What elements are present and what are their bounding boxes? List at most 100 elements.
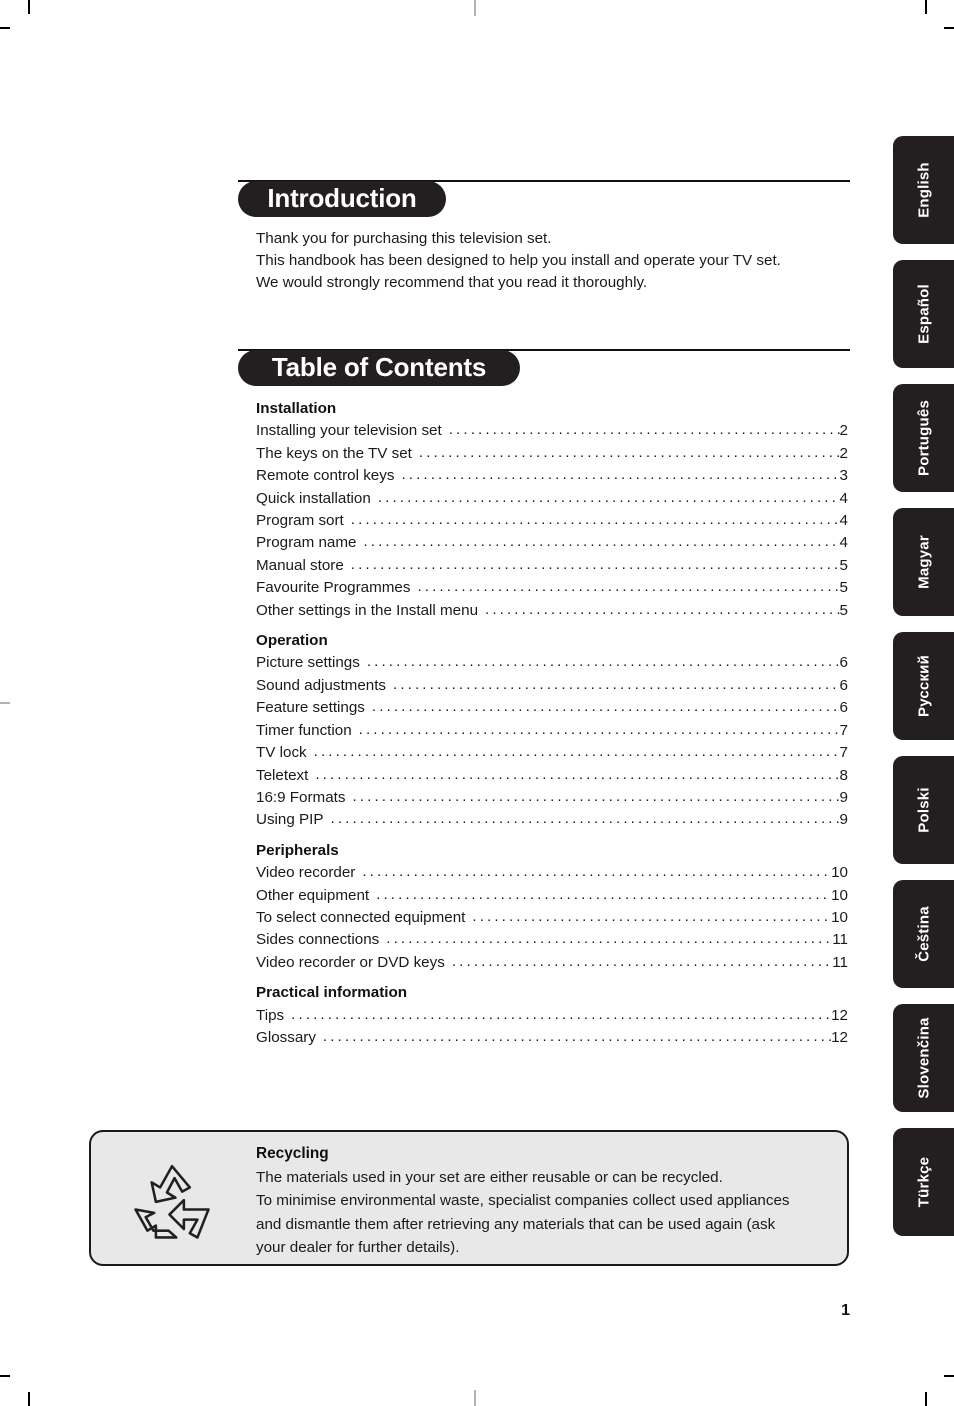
toc-entry-label: The keys on the TV set <box>256 444 412 462</box>
toc-entry-page: 2 <box>839 422 848 440</box>
toc-entry[interactable]: Sound adjustments.......................… <box>256 675 848 697</box>
toc-leader-dots: ........................................… <box>417 578 839 596</box>
recycling-line-1: The materials used in your set are eithe… <box>256 1168 723 1186</box>
toc-entry-label: Tips <box>256 1006 285 1024</box>
toc-leader-dots: ........................................… <box>451 952 833 970</box>
language-tab[interactable]: Čeština <box>893 880 954 988</box>
toc-leader-dots: ........................................… <box>386 930 833 948</box>
language-tab-label: English <box>915 162 932 218</box>
language-tab-label: Português <box>915 400 932 476</box>
toc-entry-label: Picture settings <box>256 654 360 672</box>
toc-entry[interactable]: Picture settings........................… <box>256 652 848 674</box>
toc-group-title: Peripherals <box>256 841 339 859</box>
toc-entry-page: 6 <box>839 699 848 717</box>
toc-entry[interactable]: Program name............................… <box>256 532 848 554</box>
toc-leader-dots: ........................................… <box>362 863 832 881</box>
toc-leader-dots: ........................................… <box>401 466 839 484</box>
language-tab[interactable]: Português <box>893 384 954 492</box>
toc-entry-page: 11 <box>832 953 848 971</box>
toc-entry-page: 4 <box>839 534 848 552</box>
language-tab-label: Čeština <box>915 906 932 962</box>
toc-entry-label: Feature settings <box>256 699 365 717</box>
toc-entry-page: 9 <box>839 811 848 829</box>
toc-entry-page: 10 <box>831 886 848 904</box>
recycling-text: Recycling The materials used in your set… <box>256 1142 834 1260</box>
toc-entry[interactable]: Using PIP...............................… <box>256 809 848 831</box>
language-tab[interactable]: English <box>893 136 954 244</box>
recycling-line-4: your dealer for further details). <box>256 1239 460 1256</box>
toc-entry[interactable]: The keys on the TV set..................… <box>256 443 848 465</box>
toc-entry[interactable]: 16:9 Formats............................… <box>256 787 848 809</box>
toc-entry-label: Program name <box>256 534 357 552</box>
toc-entry-label: Video recorder <box>256 864 356 882</box>
toc-entry-label: Glossary <box>256 1028 316 1046</box>
toc-entry-page: 5 <box>839 579 848 597</box>
toc-entry-label: Remote control keys <box>256 467 395 485</box>
introduction-line-1: Thank you for purchasing this television… <box>256 230 552 247</box>
toc-entry-label: Timer function <box>256 721 352 739</box>
toc-entry-label: Quick installation <box>256 489 371 507</box>
recycling-title: Recycling <box>256 1145 329 1162</box>
table-of-contents-list: Installation Installing your television s… <box>256 398 848 1049</box>
introduction-title: Introduction <box>238 181 446 217</box>
language-tab[interactable]: Magyar <box>893 508 954 616</box>
language-tab-label: Español <box>915 284 932 344</box>
toc-leader-dots: ........................................… <box>376 885 831 903</box>
toc-entry-page: 6 <box>839 654 848 672</box>
toc-entry[interactable]: Timer function..........................… <box>256 720 848 742</box>
language-tab[interactable]: Slovenčina <box>893 1004 954 1112</box>
toc-entry[interactable]: To select connected equipment...........… <box>256 907 848 929</box>
toc-entry[interactable]: Favourite Programmes....................… <box>256 577 848 599</box>
language-tab[interactable]: Русский <box>893 632 954 740</box>
toc-entry-page: 7 <box>839 744 848 762</box>
toc-entry[interactable]: Program sort............................… <box>256 510 848 532</box>
introduction-line-3: We would strongly recommend that you rea… <box>256 274 648 291</box>
language-tab-label: Slovenčina <box>915 1017 932 1099</box>
toc-leader-dots: ........................................… <box>366 653 840 671</box>
toc-entry-page: 9 <box>839 788 848 806</box>
toc-entry-label: 16:9 Formats <box>256 788 346 806</box>
toc-entry-label: Other settings in the Install menu <box>256 601 479 619</box>
toc-entry[interactable]: Video recorder..........................… <box>256 862 848 884</box>
language-tab[interactable]: Türkçe <box>893 1128 954 1236</box>
toc-entry[interactable]: TV lock.................................… <box>256 742 848 764</box>
toc-entry-label: Program sort <box>256 512 344 530</box>
toc-entry[interactable]: Other equipment.........................… <box>256 885 848 907</box>
toc-leader-dots: ........................................… <box>352 787 840 805</box>
toc-entry-page: 11 <box>832 931 848 949</box>
toc-group: Peripherals Video recorder...............… <box>256 832 848 974</box>
toc-entry[interactable]: Other settings in the Install menu......… <box>256 600 848 622</box>
toc-leader-dots: ........................................… <box>330 810 840 828</box>
toc-leader-dots: ........................................… <box>291 1005 832 1023</box>
toc-entry-page: 12 <box>831 1028 848 1046</box>
toc-entry-label: To select connected equipment <box>256 908 466 926</box>
toc-leader-dots: ........................................… <box>377 488 840 506</box>
toc-entry[interactable]: Teletext................................… <box>256 765 848 787</box>
toc-leader-dots: ........................................… <box>313 743 840 761</box>
toc-entry-label: Sound adjustments <box>256 676 387 694</box>
toc-leader-dots: ........................................… <box>350 555 840 573</box>
toc-entry[interactable]: Glossary................................… <box>256 1027 848 1049</box>
toc-entry-label: Teletext <box>256 766 309 784</box>
language-tab-label: Magyar <box>915 535 932 589</box>
toc-entry-page: 4 <box>839 512 848 530</box>
toc-group-title: Operation <box>256 632 328 650</box>
language-tab[interactable]: Español <box>893 260 954 368</box>
table-of-contents-title: Table of Contents <box>238 350 520 386</box>
toc-group: Installation Installing your television s… <box>256 398 848 622</box>
toc-entry[interactable]: Manual store............................… <box>256 555 848 577</box>
toc-entry[interactable]: Tips....................................… <box>256 1005 848 1027</box>
toc-entry[interactable]: Video recorder or DVD keys..............… <box>256 952 848 974</box>
language-tab[interactable]: Polski <box>893 756 954 864</box>
language-tab-strip: English Español Português Magyar Русский Pols… <box>893 136 954 1252</box>
toc-entry[interactable]: Installing your television set..........… <box>256 420 848 442</box>
toc-leader-dots: ........................................… <box>315 765 839 783</box>
toc-entry[interactable]: Quick installation......................… <box>256 488 848 510</box>
recycling-icon <box>129 1162 215 1240</box>
toc-entry-page: 4 <box>839 489 848 507</box>
toc-entry-page: 6 <box>839 676 848 694</box>
toc-entry[interactable]: Feature settings........................… <box>256 697 848 719</box>
toc-entry[interactable]: Sides connections.......................… <box>256 929 848 951</box>
recycling-notice: Recycling The materials used in your set… <box>89 1130 849 1266</box>
toc-entry[interactable]: Remote control keys.....................… <box>256 465 848 487</box>
